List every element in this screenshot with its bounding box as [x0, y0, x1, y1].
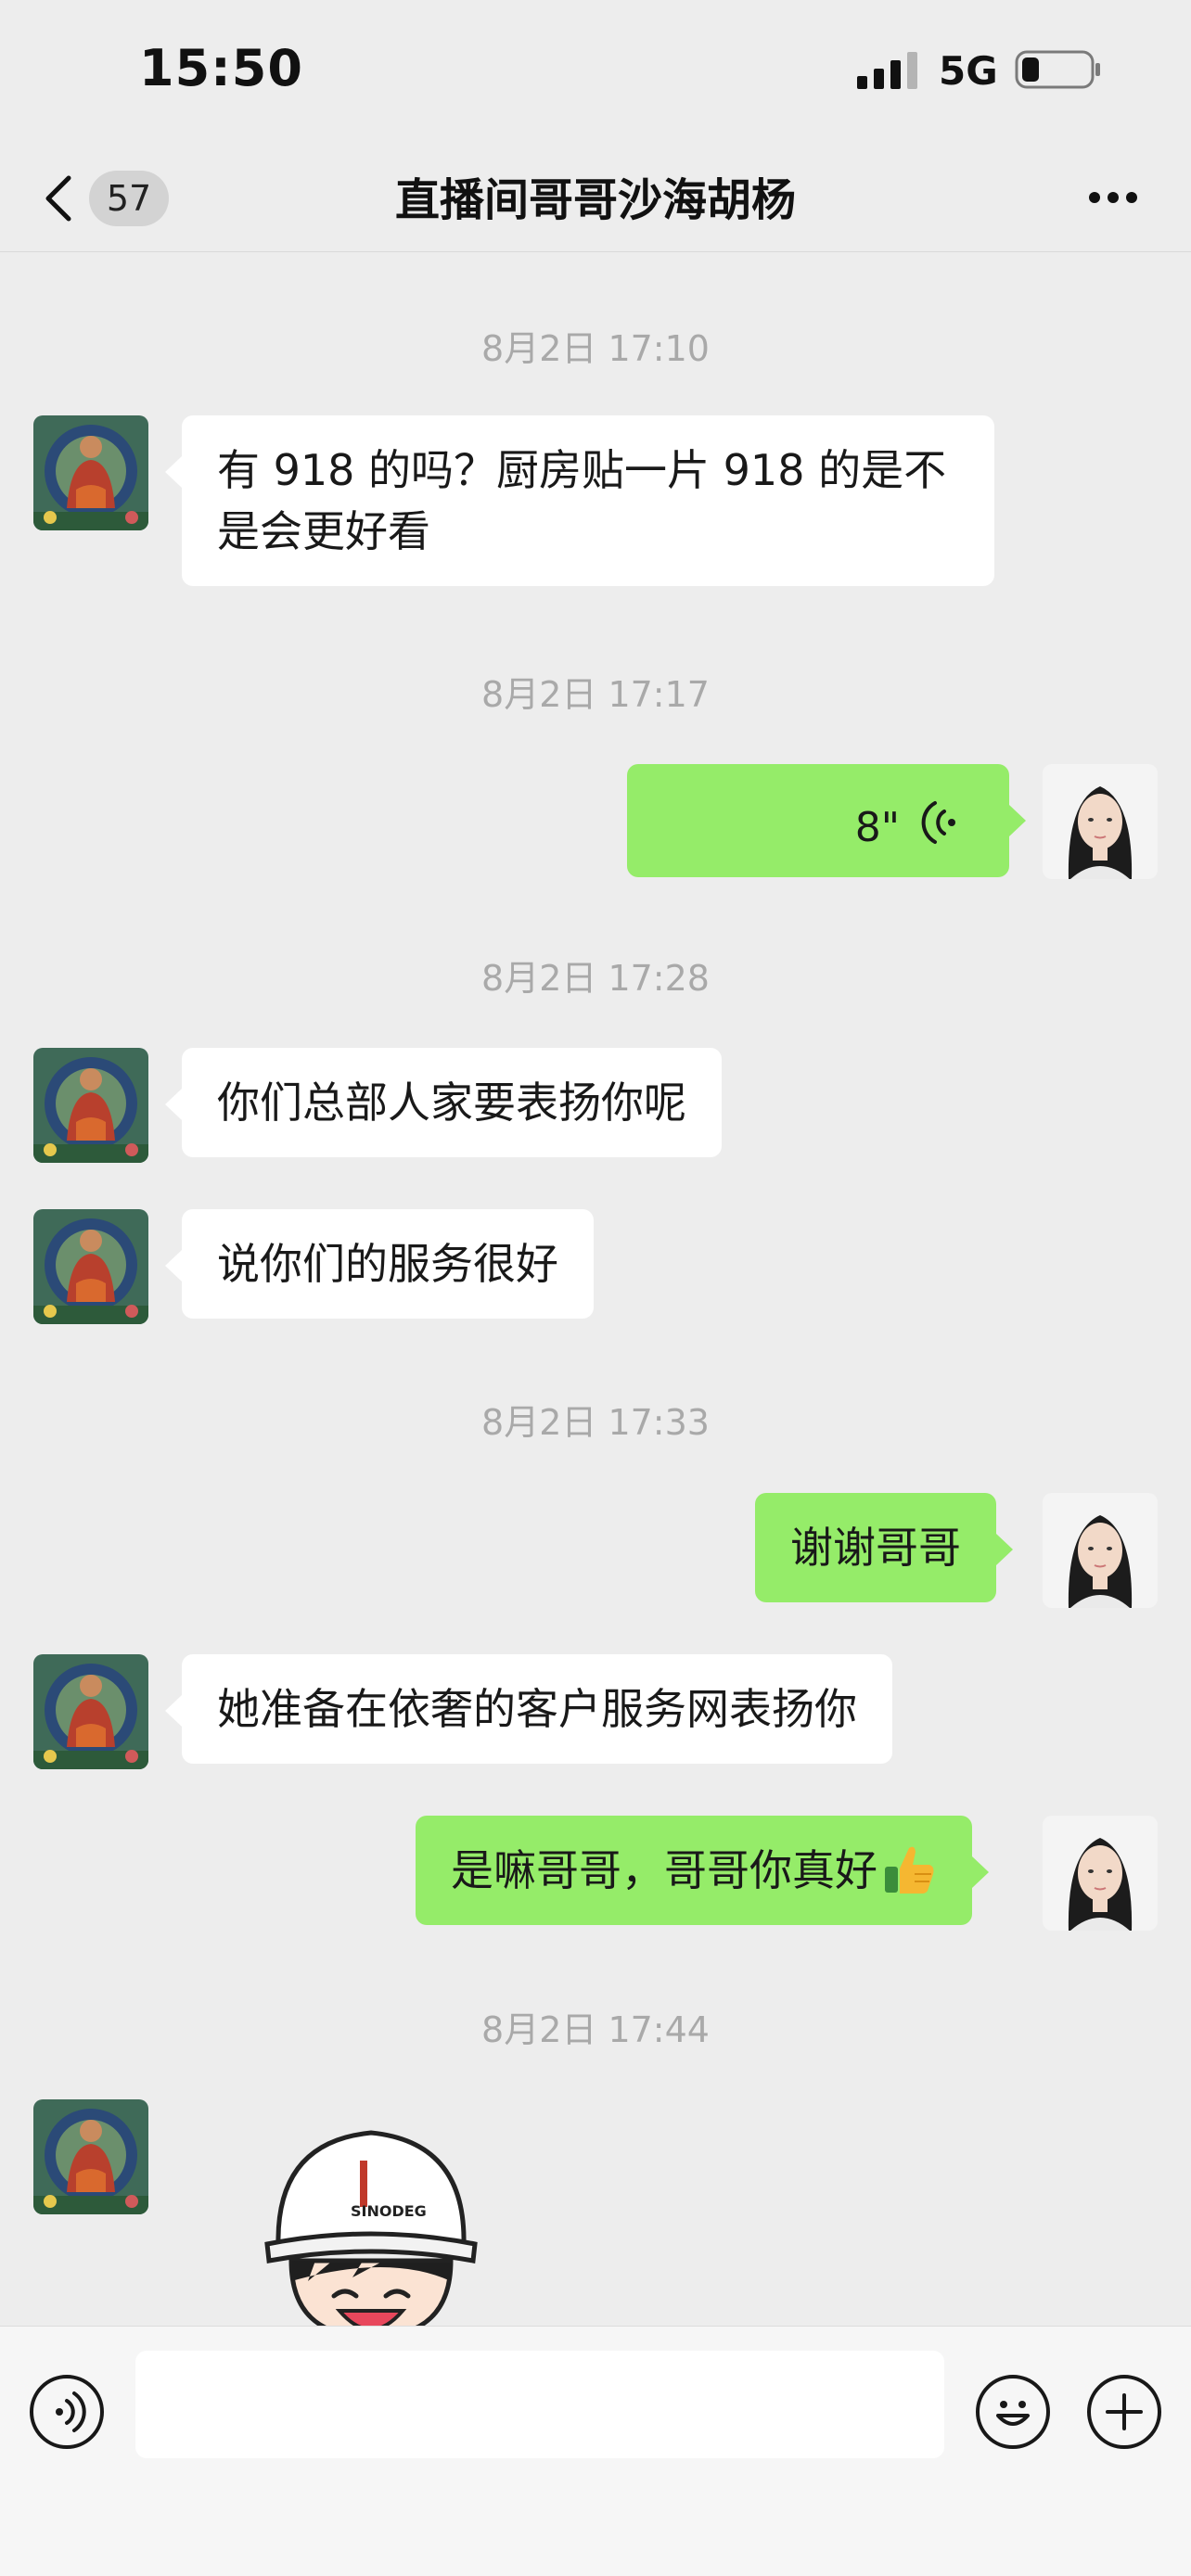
voice-input-button[interactable]	[30, 2375, 104, 2449]
message-text: 她准备在依奢的客户服务网表扬你	[217, 1684, 857, 1734]
message-bubble-incoming[interactable]: 说你们的服务很好	[165, 1209, 594, 1319]
my-avatar[interactable]	[1043, 1493, 1158, 1608]
thumbs-up-icon	[885, 1846, 934, 1894]
message-text: 你们总部人家要表扬你呢	[217, 1078, 686, 1128]
contact-avatar[interactable]	[33, 2099, 148, 2214]
contact-avatar[interactable]	[33, 1048, 148, 1163]
nav-bar: 57 直播间哥哥沙海胡杨	[0, 139, 1191, 252]
contact-avatar[interactable]	[33, 1209, 148, 1324]
timestamp: 8月2日 17:44	[481, 2009, 710, 2050]
signal-icon	[857, 52, 917, 89]
contact-avatar[interactable]	[33, 415, 148, 530]
emoji-icon	[996, 2401, 1030, 2426]
more-button[interactable]	[1076, 163, 1150, 228]
timestamp: 8月2日 17:33	[481, 1402, 710, 1443]
message-text: 说你们的服务很好	[217, 1239, 558, 1289]
more-icon-dot	[1126, 192, 1137, 203]
message-bubble-incoming[interactable]: 你们总部人家要表扬你呢	[165, 1048, 722, 1157]
input-bar	[0, 2326, 1191, 2576]
message-text: 是嘛哥哥，哥哥你真好	[451, 1845, 877, 1895]
status-time: 15:50	[139, 39, 303, 97]
message-text-line: 是会更好看	[217, 506, 430, 556]
voice-wave-icon	[921, 801, 955, 844]
voice-duration: 8"	[854, 804, 900, 851]
status-bar: 15:50 5G	[0, 0, 1191, 139]
sticker-logo-text: SINODEG	[351, 2202, 427, 2220]
message-bubble-incoming[interactable]: 有 918 的吗？厨房贴一片 918 的是不 是会更好看	[165, 415, 994, 586]
message-bubble-outgoing[interactable]: 是嘛哥哥，哥哥你真好	[416, 1816, 989, 1925]
voice-input-icon	[56, 2391, 86, 2432]
voice-message-bubble[interactable]: 8"	[627, 764, 1026, 877]
message-text: 谢谢哥哥	[790, 1523, 961, 1573]
message-bubble-outgoing[interactable]: 谢谢哥哥	[755, 1493, 1013, 1602]
emoji-button[interactable]	[976, 2375, 1050, 2449]
message-bubble-incoming[interactable]: 她准备在依奢的客户服务网表扬你	[165, 1654, 892, 1764]
timestamp: 8月2日 17:10	[481, 328, 710, 369]
more-icon	[1089, 192, 1100, 203]
chat-screen: 15:50 5G 57 直播间哥哥沙海胡杨 8月2日 17:10 有 918 的…	[0, 0, 1191, 2576]
my-avatar[interactable]	[1043, 764, 1158, 879]
message-input[interactable]	[135, 2351, 944, 2458]
chat-title: 直播间哥哥沙海胡杨	[394, 174, 796, 226]
battery-icon	[1015, 50, 1100, 89]
hard-hat-boy-sticker[interactable]: SINODEG	[250, 2105, 492, 2337]
timestamp: 8月2日 17:17	[481, 674, 710, 715]
my-avatar[interactable]	[1043, 1816, 1158, 1931]
add-button[interactable]	[1087, 2375, 1161, 2449]
add-icon	[1106, 2393, 1143, 2430]
contact-avatar[interactable]	[33, 1654, 148, 1769]
more-icon-dot	[1108, 192, 1119, 203]
network-label: 5G	[939, 48, 998, 94]
timestamp: 8月2日 17:28	[481, 958, 710, 999]
message-text-line: 有 918 的吗？厨房贴一片 918 的是不	[217, 445, 947, 495]
